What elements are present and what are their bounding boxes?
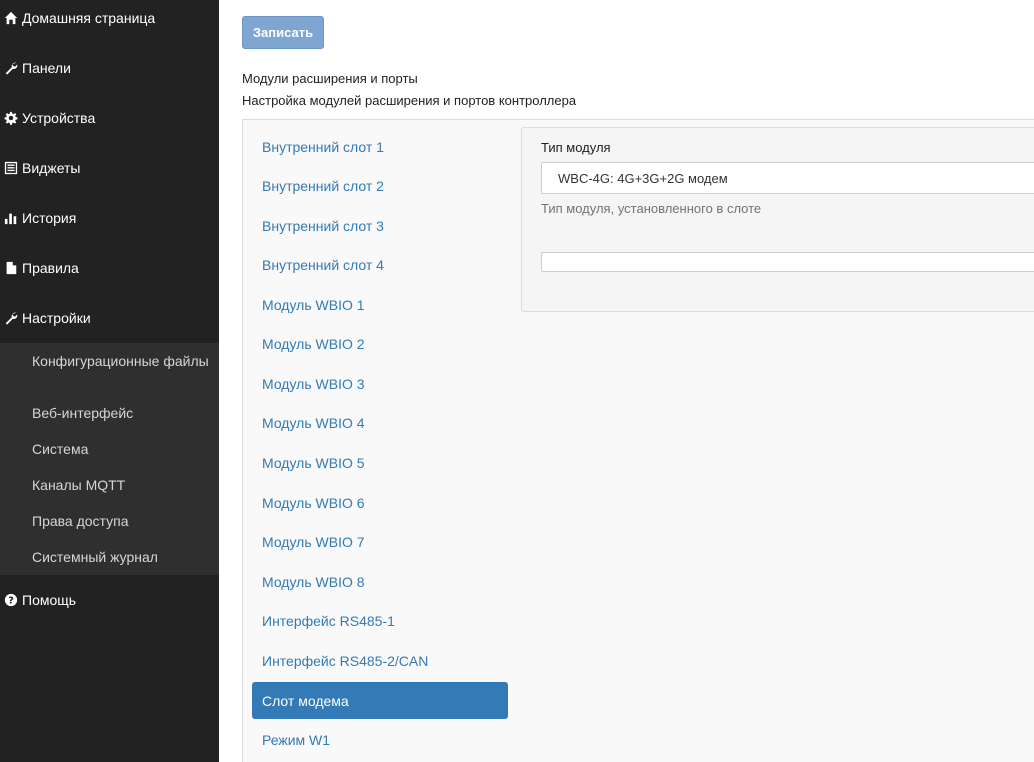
- nav-help[interactable]: ? Помощь: [0, 580, 219, 620]
- nav-home[interactable]: Домашняя страница: [0, 0, 219, 38]
- submenu-system[interactable]: Система: [32, 441, 212, 457]
- save-button[interactable]: Записать: [242, 16, 324, 49]
- nav-settings[interactable]: Настройки: [0, 298, 219, 338]
- module-type-value: WBC-4G: 4G+3G+2G модем: [558, 170, 728, 186]
- svg-text:?: ?: [8, 596, 14, 607]
- nav-history[interactable]: История: [0, 198, 219, 238]
- nav-devices-label: Устройства: [22, 110, 96, 126]
- submenu-access-rights[interactable]: Права доступа: [32, 513, 212, 529]
- file-icon: [4, 261, 18, 275]
- question-circle-icon: ?: [4, 593, 18, 607]
- tab-wbio-3[interactable]: Модуль WBIO 3: [252, 365, 508, 402]
- tab-wbio-6[interactable]: Модуль WBIO 6: [252, 484, 508, 521]
- empty-field[interactable]: [541, 252, 1034, 272]
- page-description: Настройка модулей расширения и портов ко…: [242, 93, 577, 108]
- tab-rs485-2-can[interactable]: Интерфейс RS485-2/CAN: [252, 642, 508, 679]
- sidebar: Домашняя страница Панели Устройства Видж…: [0, 0, 219, 762]
- tab-wbio-4[interactable]: Модуль WBIO 4: [252, 404, 508, 441]
- module-type-help: Тип модуля, установленного в слоте: [541, 201, 762, 216]
- tab-wbio-1[interactable]: Модуль WBIO 1: [252, 286, 508, 323]
- wrench-icon: [4, 311, 18, 325]
- nav-home-label: Домашняя страница: [22, 10, 156, 26]
- submenu-mqtt-channels[interactable]: Каналы MQTT: [32, 477, 212, 493]
- nav-devices[interactable]: Устройства: [0, 98, 219, 138]
- module-type-label: Тип модуля: [541, 140, 611, 155]
- home-icon: [4, 11, 18, 25]
- page-title: Модули расширения и порты: [242, 71, 418, 86]
- tab-wbio-8[interactable]: Модуль WBIO 8: [252, 563, 508, 600]
- nav-widgets[interactable]: Виджеты: [0, 148, 219, 188]
- submenu-system-log[interactable]: Системный журнал: [32, 549, 212, 565]
- nav-history-label: История: [22, 210, 77, 226]
- tab-wbio-7[interactable]: Модуль WBIO 7: [252, 523, 508, 560]
- tab-internal-slot-4[interactable]: Внутренний слот 4: [252, 246, 508, 283]
- nav-panels-label: Панели: [22, 60, 71, 76]
- tab-wbio-2[interactable]: Модуль WBIO 2: [252, 325, 508, 362]
- bar-chart-icon: [4, 211, 18, 225]
- nav-panels[interactable]: Панели: [0, 48, 219, 88]
- nav-rules[interactable]: Правила: [0, 248, 219, 288]
- list-icon: [4, 161, 18, 175]
- nav-widgets-label: Виджеты: [22, 160, 81, 176]
- submenu-config-files[interactable]: Конфигурационные файлы: [32, 353, 212, 369]
- tab-internal-slot-2[interactable]: Внутренний слот 2: [252, 167, 508, 204]
- tab-internal-slot-3[interactable]: Внутренний слот 3: [252, 207, 508, 244]
- nav-help-label: Помощь: [22, 592, 77, 608]
- submenu-web-interface[interactable]: Веб-интерфейс: [32, 405, 212, 421]
- wrench-icon: [4, 61, 18, 75]
- gear-icon: [4, 111, 18, 125]
- tab-modem-slot[interactable]: Слот модема: [252, 682, 508, 719]
- tab-wbio-5[interactable]: Модуль WBIO 5: [252, 444, 508, 481]
- tab-rs485-1[interactable]: Интерфейс RS485-1: [252, 602, 508, 639]
- nav-settings-label: Настройки: [22, 310, 91, 326]
- module-type-select[interactable]: WBC-4G: 4G+3G+2G модем: [541, 162, 1034, 194]
- tab-internal-slot-1[interactable]: Внутренний слот 1: [252, 128, 508, 165]
- settings-submenu: Конфигурационные файлы Веб-интерфейс Сис…: [0, 343, 219, 575]
- nav-rules-label: Правила: [22, 260, 79, 276]
- tab-w1-mode[interactable]: Режим W1: [252, 721, 508, 758]
